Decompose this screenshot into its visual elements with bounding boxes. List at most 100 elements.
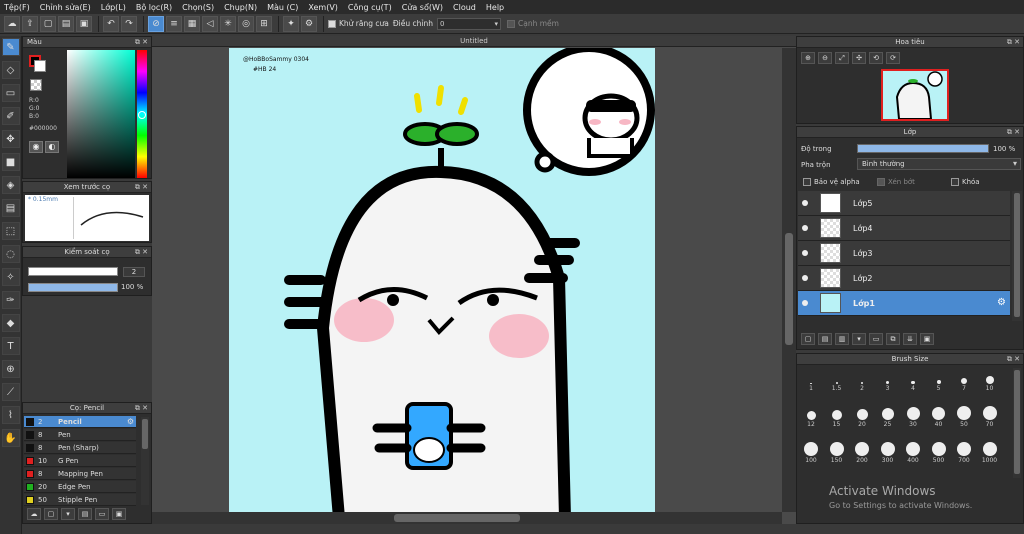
gradient-tool-icon[interactable]: ▤	[1, 199, 20, 217]
brush-size-cell[interactable]: 500	[927, 440, 951, 464]
protect-alpha-checkbox[interactable]	[803, 178, 811, 186]
bucket-tool-icon[interactable]: ◈	[1, 176, 20, 194]
bg-color-swatch[interactable]	[34, 60, 46, 72]
canvas-tab[interactable]: Untitled	[152, 36, 796, 47]
zoom-in-icon[interactable]: ⊕	[801, 52, 815, 64]
hand-tool-icon[interactable]: ✋	[1, 429, 20, 447]
soft-edge-checkbox[interactable]	[507, 19, 515, 28]
brush-size-cell[interactable]: 15	[825, 404, 849, 428]
canvas-horizontal-scrollbar[interactable]	[152, 512, 782, 524]
brush-size-cell[interactable]: 20	[850, 404, 874, 428]
add-brush-icon[interactable]: ▢	[44, 508, 58, 520]
gear-icon[interactable]: ⚙	[997, 297, 1006, 308]
brush-size-scrollbar[interactable]	[1013, 368, 1021, 478]
new-folder-icon[interactable]: ▭	[869, 333, 883, 345]
eye-icon[interactable]	[802, 225, 808, 231]
clipping-checkbox[interactable]	[877, 178, 885, 186]
layer-row-selected[interactable]: Lớp1 ⚙	[798, 291, 1010, 316]
canvas-vertical-scroll-thumb[interactable]	[785, 233, 793, 345]
layer-menu-icon[interactable]: ▾	[852, 333, 866, 345]
brush-size-cell[interactable]: 100	[799, 440, 823, 464]
no-ruler-icon[interactable]: ⊘	[148, 15, 164, 32]
magic-wand-icon[interactable]: ✧	[1, 268, 20, 286]
menu-tools[interactable]: Công cụ(T)	[348, 3, 392, 12]
menu-layer[interactable]: Lớp(L)	[101, 3, 126, 12]
brush-size-cell[interactable]: 50	[952, 404, 976, 428]
gear-icon[interactable]: ⚙	[301, 15, 317, 32]
lock-checkbox[interactable]	[951, 178, 959, 186]
gear-icon[interactable]: ⚙	[127, 417, 134, 426]
menu-view[interactable]: Xem(V)	[308, 3, 338, 12]
brush-size-cell[interactable]: 70	[978, 404, 1002, 428]
palette-icon[interactable]: ◉	[29, 141, 43, 153]
perspective-ruler-icon[interactable]: ◁	[202, 15, 218, 32]
move-tool-icon[interactable]: ✥	[1, 130, 20, 148]
close-icon[interactable]: ⧉ ✕	[135, 247, 148, 258]
share-icon[interactable]: ⇪	[22, 15, 38, 32]
close-icon[interactable]: ⧉ ✕	[135, 37, 148, 48]
close-icon[interactable]: ⧉ ✕	[1007, 354, 1020, 365]
menu-window[interactable]: Cửa sổ(W)	[402, 3, 443, 12]
brush-size-cell[interactable]: 400	[901, 440, 925, 464]
eyedropper-icon[interactable]: ⌇	[1, 406, 20, 424]
canvas-vertical-scrollbar[interactable]	[782, 48, 796, 512]
brush-menu-icon[interactable]: ▾	[61, 508, 75, 520]
brush-size-field[interactable]: 2	[123, 267, 145, 277]
close-icon[interactable]: ⧉ ✕	[1007, 127, 1020, 138]
brush-size-cell[interactable]: 150	[825, 440, 849, 464]
brush-size-cell[interactable]: 40	[927, 404, 951, 428]
canvas-horizontal-scroll-thumb[interactable]	[394, 514, 520, 522]
concentric-ruler-icon[interactable]: ◎	[238, 15, 254, 32]
pen-item[interactable]: 10 G Pen	[24, 455, 136, 467]
brush-size-cell[interactable]: 10	[978, 368, 1002, 392]
blend-mode-select[interactable]: Bình thường ▾	[857, 158, 1021, 170]
brush-size-cell[interactable]: 5	[927, 368, 951, 392]
grid-ruler-icon[interactable]: ▦	[184, 15, 200, 32]
close-icon[interactable]: ⧉ ✕	[135, 403, 148, 414]
open-folder-icon[interactable]: ▤	[58, 15, 74, 32]
eraser-tool-icon[interactable]: ◇	[1, 61, 20, 79]
new-layer-icon[interactable]: ▢	[801, 333, 815, 345]
pen-list-scroll-thumb[interactable]	[142, 419, 148, 449]
brush-size-cell[interactable]: 1	[799, 368, 823, 392]
fit-screen-icon[interactable]: ⤢	[835, 52, 849, 64]
artboard[interactable]: @HoBBoSammy 0304 #HB 24	[229, 48, 655, 512]
transparent-swatch[interactable]	[30, 79, 42, 91]
antialias-checkbox[interactable]	[328, 19, 336, 28]
layer-row[interactable]: Lớp2	[798, 266, 1010, 291]
menu-color[interactable]: Màu (C)	[267, 3, 298, 12]
brush-size-cell[interactable]: 1000	[978, 440, 1002, 464]
brush-size-slider[interactable]	[28, 267, 118, 276]
brush-size-cell[interactable]: 30	[901, 404, 925, 428]
folder-icon[interactable]: ▭	[95, 508, 109, 520]
actual-size-icon[interactable]: ✣	[852, 52, 866, 64]
new-halftone-layer-icon[interactable]: ▤	[818, 333, 832, 345]
color-mixer-icon[interactable]: ◐	[45, 141, 59, 153]
cloud-brush-icon[interactable]: ☁	[27, 508, 41, 520]
delete-brush-icon[interactable]: ▣	[112, 508, 126, 520]
hue-slider-handle[interactable]	[138, 111, 146, 119]
brush-size-scroll-thumb[interactable]	[1014, 370, 1020, 474]
menu-cloud[interactable]: Cloud	[453, 3, 476, 12]
divide-tool-icon[interactable]: ⟋	[1, 383, 20, 401]
brush-size-cell[interactable]: 2	[850, 368, 874, 392]
brush-size-cell[interactable]: 12	[799, 404, 823, 428]
pen-item[interactable]: 8 Pen (Sharp)	[24, 442, 136, 454]
select-pen-icon[interactable]: ✑	[1, 291, 20, 309]
pen-item[interactable]: 8 Pen	[24, 429, 136, 441]
brush-size-cell[interactable]: 7	[952, 368, 976, 392]
layer-row[interactable]: Lớp3	[798, 241, 1010, 266]
eye-icon[interactable]	[802, 300, 808, 306]
parallel-ruler-icon[interactable]: ≡	[166, 15, 182, 32]
new-file-icon[interactable]: ▢	[40, 15, 56, 32]
pen-item[interactable]: 20 Edge Pen	[24, 481, 136, 493]
zoom-out-icon[interactable]: ⊖	[818, 52, 832, 64]
text-tool-icon[interactable]: T	[1, 337, 20, 355]
layer-list-scrollbar[interactable]	[1012, 191, 1022, 321]
menu-filter[interactable]: Bộ lọc(R)	[136, 3, 172, 12]
rotate-left-icon[interactable]: ⟲	[869, 52, 883, 64]
pen-item[interactable]: 8 Mapping Pen	[24, 468, 136, 480]
new-8bit-layer-icon[interactable]: ▥	[835, 333, 849, 345]
navigator-preview[interactable]	[881, 69, 949, 121]
layer-opacity-slider[interactable]	[857, 144, 989, 153]
